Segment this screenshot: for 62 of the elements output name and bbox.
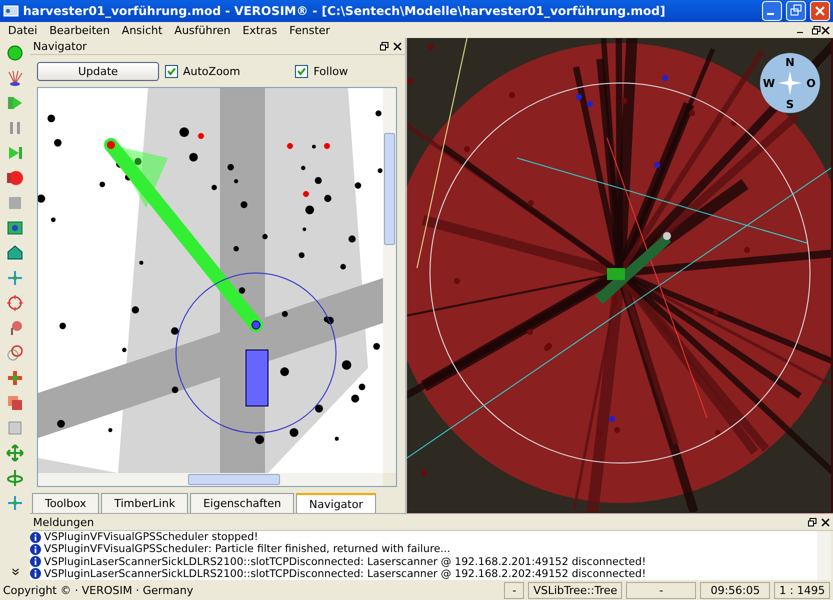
message-text: VSPluginLaserScannerSickLDLRS2100::slotTCPDisconnected: Laserscanner @ 192.168.2.202:49152 disconnected!: [44, 568, 646, 580]
cross-icon[interactable]: [6, 369, 24, 387]
tab[interactable]: Toolbox: [32, 493, 100, 513]
axes-icon[interactable]: [6, 269, 24, 287]
close-button[interactable]: [810, 1, 830, 21]
compass-letter: O: [806, 77, 816, 90]
window-title: harvester01_vorführung.mod - VEROSIM® - [C:\Sentech\Modelle\harvester01_vorführung.mod]: [23, 4, 666, 18]
menu-item[interactable]: Fenster: [283, 24, 336, 36]
message-text: VSPluginVFVisualGPSScheduler: Particle filter finished, returned with failure...: [44, 543, 450, 556]
ball-icon[interactable]: [6, 44, 24, 62]
crosshair-icon[interactable]: [6, 294, 24, 312]
float-icon[interactable]: [380, 42, 389, 50]
message-text: VSPluginVFVisualGPSScheduler stopped!: [44, 531, 258, 544]
play-step-icon[interactable]: [6, 94, 24, 112]
close-icon[interactable]: [820, 26, 830, 34]
vertical-scrollbar[interactable]: [817, 531, 831, 580]
record-icon[interactable]: [6, 169, 24, 187]
close-icon[interactable]: [821, 518, 830, 526]
tab[interactable]: Navigator: [296, 493, 376, 513]
status-field: 09:56:05: [700, 582, 770, 598]
float-icon[interactable]: [808, 518, 817, 526]
menu-item[interactable]: Extras: [236, 24, 284, 36]
step-forward-icon[interactable]: [6, 144, 24, 162]
status-field: 1 : 1495: [774, 582, 830, 598]
menu-item[interactable]: Ansicht: [116, 24, 168, 36]
compass-letter: N: [785, 56, 795, 69]
tab[interactable]: TimberLink: [101, 493, 188, 513]
grid-view-icon[interactable]: [6, 219, 24, 237]
message-text: VSPluginLaserScannerSickLDLRS2100::slotTCPDisconnected: Laserscanner @ 192.168.2.201:49152 disconnected!: [44, 556, 646, 568]
status-field: -: [504, 582, 524, 598]
compass-letter: S: [786, 98, 794, 111]
move-arrows-icon[interactable]: [6, 444, 24, 462]
close-icon[interactable]: [393, 42, 402, 50]
float-icon[interactable]: [812, 26, 820, 34]
double-target-icon[interactable]: [6, 344, 24, 362]
axes-icon[interactable]: [6, 494, 24, 512]
chevron-down-icon[interactable]: [10, 567, 20, 576]
panel-title: Navigator: [33, 40, 88, 52]
compass-letter: W: [762, 77, 776, 90]
sensor-rays-icon[interactable]: [6, 69, 24, 87]
menu-item[interactable]: Bearbeiten: [43, 24, 116, 36]
minimize-button[interactable]: [762, 1, 782, 21]
copyright-text: Copyright © · VEROSIM · Germany: [3, 584, 194, 596]
compass-icon: [760, 53, 820, 113]
checkbox-label[interactable]: Follow: [313, 64, 348, 78]
checkbox[interactable]: [295, 64, 308, 78]
menu-item[interactable]: Datei: [2, 24, 44, 36]
menu-item[interactable]: Ausführen: [168, 24, 236, 36]
status-field: VSLibTree::Tree: [528, 582, 622, 598]
vertical-scrollbar[interactable]: [383, 88, 396, 473]
rotate-arrows-icon[interactable]: [6, 469, 24, 487]
update-button[interactable]: Update: [37, 62, 159, 80]
checkbox[interactable]: [165, 64, 178, 78]
checkbox-label[interactable]: AutoZoom: [183, 64, 240, 78]
app-icon: [3, 3, 19, 19]
window-copy-icon[interactable]: [6, 394, 24, 412]
house-icon[interactable]: [6, 244, 24, 262]
status-field: -: [626, 582, 696, 598]
restore-button[interactable]: [786, 1, 806, 21]
horizontal-scrollbar[interactable]: [38, 473, 383, 486]
tab[interactable]: Eigenschaften: [190, 493, 294, 513]
panel-title: Meldungen: [33, 516, 95, 528]
